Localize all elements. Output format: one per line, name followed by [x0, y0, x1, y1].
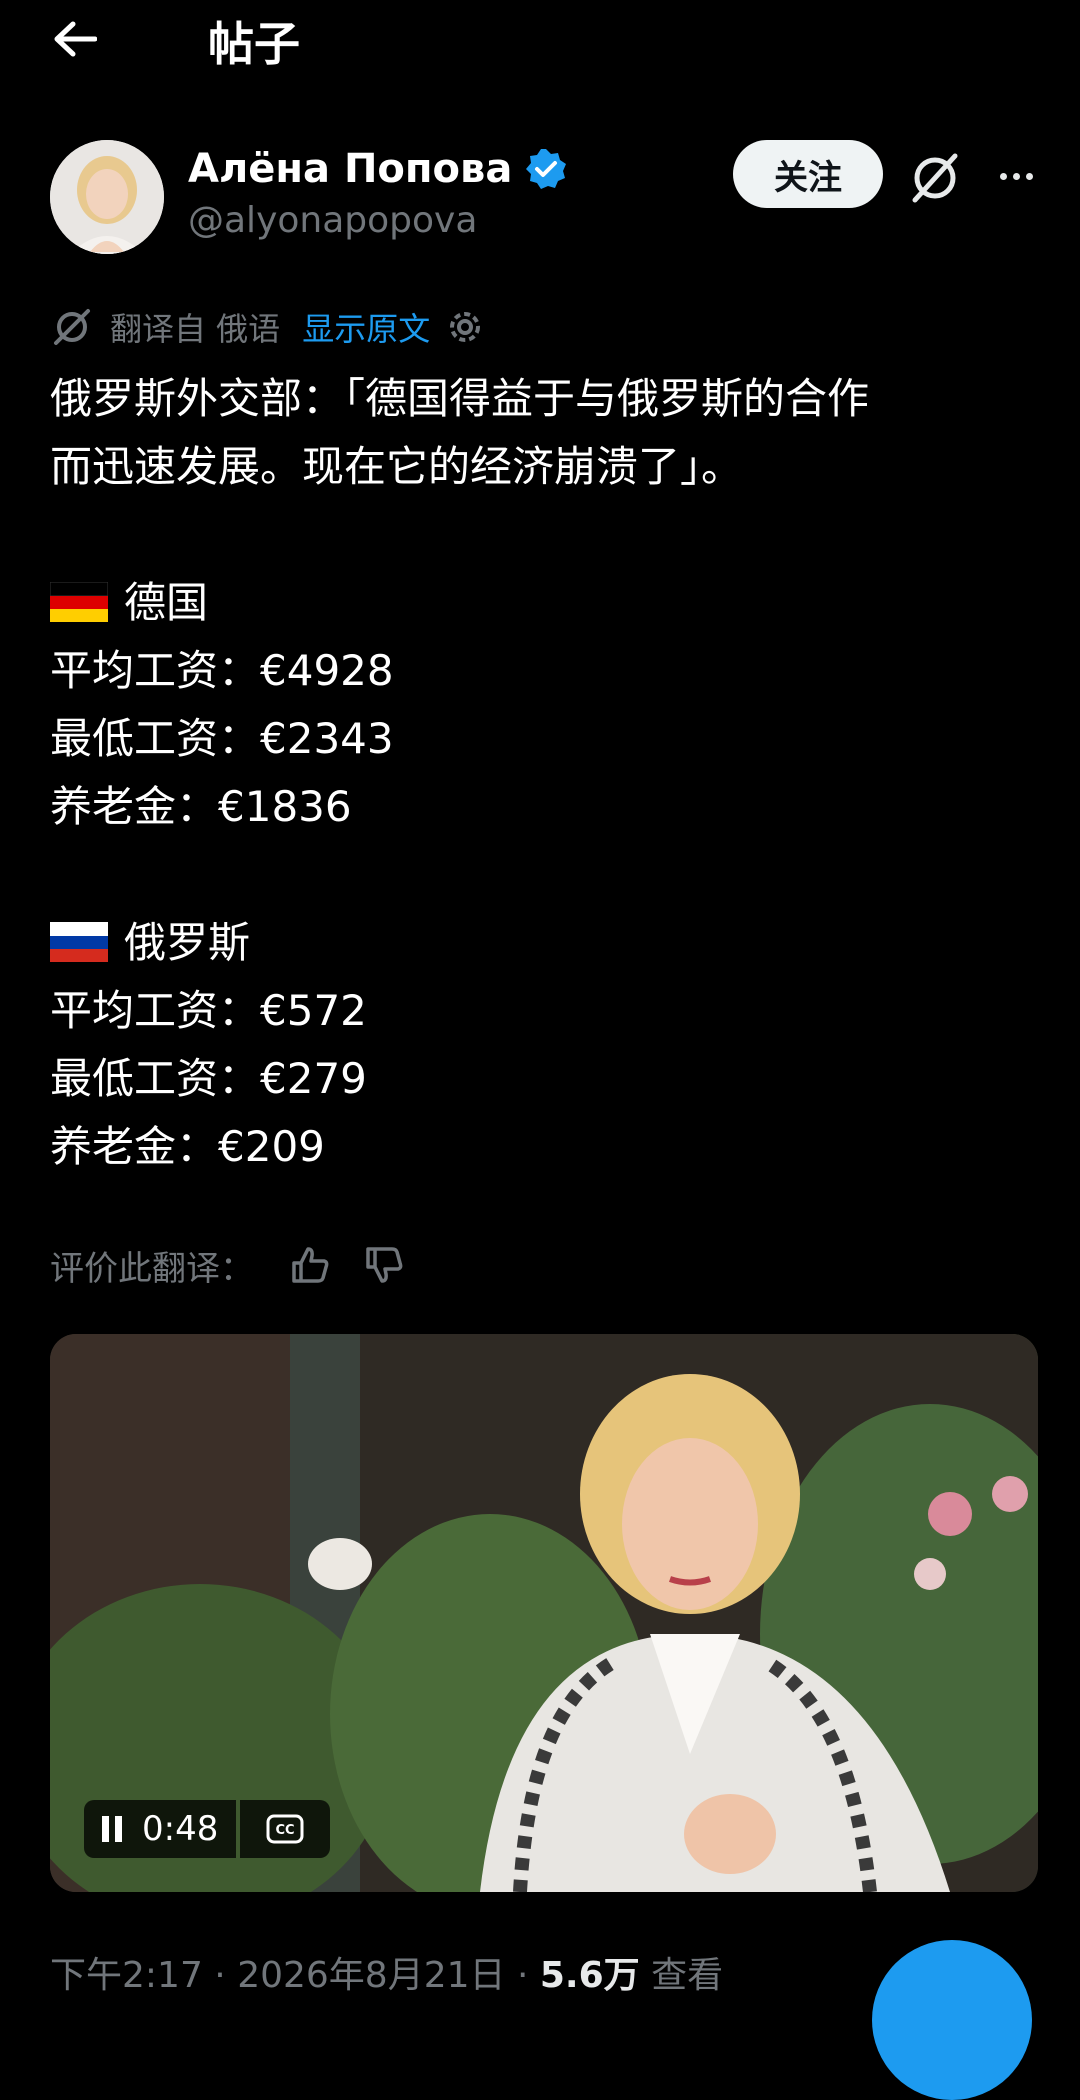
stat-line: 最低工资：€279 [50, 1054, 367, 1103]
thumbs-down-icon[interactable] [362, 1243, 406, 1287]
rate-translation-label: 评价此翻译： [50, 1248, 254, 1289]
rate-translation: 评价此翻译： [50, 1240, 406, 1290]
germany-flag-icon [50, 581, 108, 622]
russia-label: 俄罗斯 [124, 918, 251, 967]
video-time: 0:48 [142, 1809, 219, 1849]
stat-line: 养老金：€1836 [50, 782, 352, 831]
video-controls: 0:48 CC [84, 1800, 331, 1858]
stat-line: 平均工资：€572 [50, 986, 367, 1035]
post-meta: 下午2:17 · 2026年8月21日 · 5.6万 查看 [50, 1955, 724, 1996]
captions-icon: CC [266, 1814, 304, 1844]
russia-heading: 俄罗斯 [50, 909, 1040, 977]
stat-line: 养老金：€209 [50, 1122, 325, 1171]
russia-flag-icon [50, 921, 108, 962]
top-bar: 帖子 [0, 0, 1080, 80]
gear-icon[interactable] [444, 306, 486, 348]
show-original-link[interactable]: 显示原文 [302, 304, 430, 350]
germany-heading: 德国 [50, 569, 1040, 637]
verified-badge-icon [526, 149, 567, 189]
grok-translate-icon [54, 309, 90, 345]
thumbs-up-icon[interactable] [288, 1243, 332, 1287]
germany-label: 德国 [124, 578, 209, 627]
pause-icon [102, 1816, 124, 1842]
stat-line: 平均工资：€4928 [50, 646, 394, 695]
avatar[interactable] [50, 140, 164, 254]
translation-bar: 翻译自 俄语 显示原文 [50, 302, 486, 352]
video-player[interactable]: 0:48 CC [50, 1334, 1038, 1892]
view-count: 5.6万 [539, 1955, 640, 1996]
author-name[interactable]: Алёна Попова [188, 146, 568, 192]
author-name-text: Алёна Попова [188, 146, 513, 192]
author-handle[interactable]: @alyonapopova [188, 200, 477, 241]
views-label: 查看 [651, 1955, 724, 1996]
more-options-icon[interactable] [990, 150, 1042, 202]
grok-icon[interactable] [905, 148, 965, 208]
post-line: 而迅速发展。现在它的经济崩溃了」。 [50, 442, 744, 491]
post-date: 2026年8月21日 [237, 1955, 506, 1996]
captions-button[interactable]: CC [240, 1800, 331, 1858]
svg-text:CC: CC [276, 1823, 295, 1838]
page-title: 帖子 [208, 17, 300, 71]
stat-line: 最低工资：€2343 [50, 714, 394, 763]
back-arrow-icon[interactable] [50, 14, 100, 64]
translated-from-label: 翻译自 俄语 [110, 310, 281, 348]
author-header: Алёна Попова @alyonapopova 关注 [0, 130, 1080, 260]
post-time: 下午2:17 [50, 1955, 203, 1996]
reply-fab-button[interactable] [872, 1940, 1032, 2100]
post-text: 俄罗斯外交部：「德国得益于与俄罗斯的合作 而迅速发展。现在它的经济崩溃了」。 德… [50, 365, 1040, 1181]
pause-button[interactable]: 0:48 [84, 1800, 237, 1858]
follow-button[interactable]: 关注 [733, 140, 883, 208]
post-line: 俄罗斯外交部：「德国得益于与俄罗斯的合作 [50, 374, 870, 423]
